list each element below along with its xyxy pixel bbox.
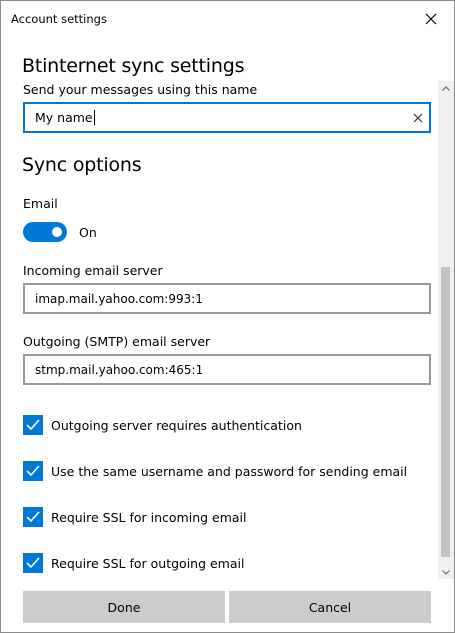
checkbox-label: Use the same username and password for s… [51, 463, 408, 479]
checkmark-icon [26, 511, 40, 523]
text-caret [94, 110, 95, 125]
close-button[interactable] [415, 5, 447, 33]
done-button[interactable]: Done [23, 591, 225, 623]
cancel-button[interactable]: Cancel [229, 591, 431, 623]
incoming-server-field[interactable] [23, 283, 431, 314]
checkbox-ssl-incoming[interactable]: Require SSL for incoming email [23, 507, 247, 527]
checkbox-checked[interactable] [23, 461, 43, 481]
checkmark-icon [26, 557, 40, 569]
toggle-knob [52, 227, 62, 237]
close-icon [425, 13, 437, 25]
scroll-thumb[interactable] [441, 267, 450, 557]
sync-options-heading: Sync options [22, 154, 142, 176]
email-toggle[interactable] [23, 222, 67, 242]
checkbox-checked[interactable] [23, 507, 43, 527]
name-input[interactable] [35, 104, 395, 131]
scroll-up-button[interactable] [438, 81, 454, 95]
settings-content: Btinternet sync settings Send your messa… [1, 37, 438, 583]
name-label: Send your messages using this name [23, 82, 258, 97]
outgoing-server-field[interactable] [23, 354, 431, 385]
title-bar: Account settings [1, 1, 454, 37]
checkbox-ssl-outgoing[interactable]: Require SSL for outgoing email [23, 553, 244, 573]
email-label: Email [23, 196, 58, 211]
incoming-server-label: Incoming email server [23, 263, 163, 278]
checkmark-icon [26, 419, 40, 431]
vertical-scrollbar[interactable] [438, 81, 454, 579]
chevron-down-icon [442, 569, 450, 575]
checkbox-label: Outgoing server requires authentication [51, 417, 302, 433]
incoming-server-input[interactable] [35, 285, 420, 312]
account-settings-dialog: Account settings Btinternet sync setting… [0, 0, 455, 633]
checkbox-same-credentials[interactable]: Use the same username and password for s… [23, 461, 407, 481]
checkbox-label: Require SSL for incoming email [51, 509, 247, 525]
outgoing-server-label: Outgoing (SMTP) email server [23, 334, 211, 349]
checkbox-checked[interactable] [23, 553, 43, 573]
scroll-down-button[interactable] [438, 565, 454, 579]
section-heading: Btinternet sync settings [22, 55, 245, 77]
checkmark-icon [26, 465, 40, 477]
checkbox-label: Require SSL for outgoing email [51, 555, 245, 571]
checkbox-checked[interactable] [23, 415, 43, 435]
window-title: Account settings [11, 12, 107, 26]
outgoing-server-input[interactable] [35, 356, 420, 383]
chevron-up-icon [442, 85, 450, 91]
name-field[interactable] [23, 102, 431, 133]
checkbox-outgoing-auth[interactable]: Outgoing server requires authentication [23, 415, 302, 435]
email-toggle-state: On [79, 225, 97, 240]
clear-text-icon[interactable] [410, 110, 426, 126]
